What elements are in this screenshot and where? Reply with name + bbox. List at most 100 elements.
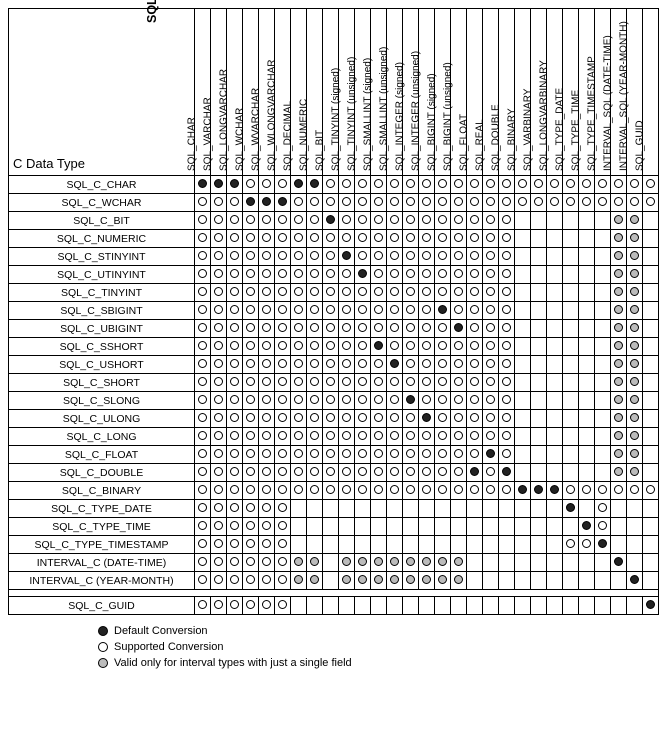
conversion-cell	[371, 320, 387, 338]
open-circle-icon	[230, 359, 239, 368]
conversion-cell	[627, 597, 643, 615]
conversion-cell	[259, 464, 275, 482]
open-circle-icon	[246, 305, 255, 314]
open-circle-icon	[470, 395, 479, 404]
open-circle-icon	[262, 287, 271, 296]
conversion-cell	[339, 212, 355, 230]
grey-circle-icon	[630, 359, 639, 368]
conversion-cell	[355, 410, 371, 428]
conversion-cell	[227, 392, 243, 410]
open-circle-icon	[486, 287, 495, 296]
open-circle-icon	[326, 233, 335, 242]
table-row: SQL_C_NUMERIC	[9, 230, 659, 248]
conversion-cell	[595, 572, 611, 590]
grey-circle-icon	[390, 557, 399, 566]
open-circle-icon	[326, 323, 335, 332]
open-circle-icon	[422, 233, 431, 242]
conversion-cell	[611, 302, 627, 320]
table-row: SQL_C_LONG	[9, 428, 659, 446]
conversion-cell	[387, 518, 403, 536]
conversion-cell	[643, 392, 659, 410]
conversion-cell	[211, 597, 227, 615]
conversion-cell	[595, 176, 611, 194]
spacer-row	[9, 590, 659, 597]
col-header: SQL_GUID	[643, 9, 659, 176]
conversion-cell	[643, 597, 659, 615]
conversion-cell	[211, 284, 227, 302]
open-circle-icon	[358, 431, 367, 440]
open-circle-icon	[358, 305, 367, 314]
conversion-cell	[291, 338, 307, 356]
conversion-cell	[211, 536, 227, 554]
conversion-cell	[259, 536, 275, 554]
open-circle-icon	[342, 359, 351, 368]
conversion-cell	[323, 572, 339, 590]
open-circle-icon	[198, 233, 207, 242]
conversion-cell	[339, 500, 355, 518]
conversion-cell	[387, 536, 403, 554]
conversion-cell	[403, 392, 419, 410]
open-circle-icon	[342, 413, 351, 422]
open-circle-icon	[214, 287, 223, 296]
open-circle-icon	[502, 179, 511, 188]
conversion-cell	[643, 302, 659, 320]
conversion-cell	[243, 284, 259, 302]
conversion-cell	[355, 392, 371, 410]
conversion-cell	[515, 518, 531, 536]
conversion-cell	[643, 176, 659, 194]
open-circle-icon	[342, 179, 351, 188]
conversion-cell	[451, 284, 467, 302]
conversion-cell	[307, 464, 323, 482]
conversion-cell	[227, 597, 243, 615]
conversion-cell	[323, 302, 339, 320]
conversion-cell	[547, 356, 563, 374]
conversion-cell	[259, 410, 275, 428]
conversion-cell	[611, 518, 627, 536]
open-circle-icon	[342, 287, 351, 296]
table-row: SQL_C_SBIGINT	[9, 302, 659, 320]
conversion-cell	[339, 284, 355, 302]
open-circle-icon	[502, 485, 511, 494]
row-header: SQL_C_USHORT	[9, 356, 195, 374]
open-circle-icon	[198, 251, 207, 260]
conversion-cell	[547, 212, 563, 230]
conversion-cell	[627, 230, 643, 248]
conversion-cell	[323, 320, 339, 338]
conversion-cell	[195, 518, 211, 536]
open-circle-icon	[342, 485, 351, 494]
open-circle-icon	[486, 197, 495, 206]
conversion-cell	[419, 266, 435, 284]
conversion-cell	[531, 230, 547, 248]
open-circle-icon	[246, 395, 255, 404]
conversion-cell	[531, 536, 547, 554]
conversion-cell	[499, 464, 515, 482]
open-circle-icon	[294, 323, 303, 332]
open-circle-icon	[310, 359, 319, 368]
open-circle-icon	[406, 215, 415, 224]
grey-circle-icon	[454, 557, 463, 566]
open-circle-icon	[422, 323, 431, 332]
open-circle-icon	[278, 287, 287, 296]
open-circle-icon	[342, 269, 351, 278]
conversion-cell	[323, 212, 339, 230]
open-circle-icon	[390, 197, 399, 206]
conversion-cell	[643, 284, 659, 302]
grey-circle-icon	[454, 575, 463, 584]
open-circle-icon	[390, 467, 399, 476]
conversion-cell	[211, 428, 227, 446]
open-circle-icon	[198, 269, 207, 278]
conversion-cell	[371, 597, 387, 615]
conversion-cell	[355, 446, 371, 464]
open-circle-icon	[294, 377, 303, 386]
conversion-cell	[563, 410, 579, 428]
conversion-cell	[307, 446, 323, 464]
conversion-cell	[515, 302, 531, 320]
conversion-cell	[483, 597, 499, 615]
open-circle-icon	[198, 467, 207, 476]
open-circle-icon	[470, 233, 479, 242]
grey-circle-icon	[358, 557, 367, 566]
open-circle-icon	[406, 431, 415, 440]
conversion-cell	[451, 374, 467, 392]
conversion-cell	[419, 518, 435, 536]
open-circle-icon	[502, 323, 511, 332]
